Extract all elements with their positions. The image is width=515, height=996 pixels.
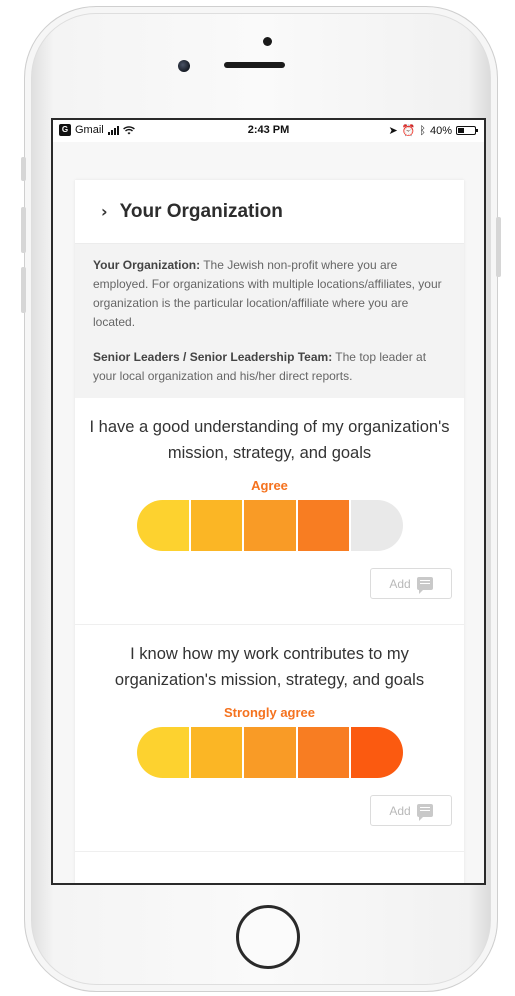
- add-label: Add: [389, 576, 411, 591]
- comment-icon: [416, 577, 433, 594]
- power-button: [496, 217, 501, 277]
- scale-option-5[interactable]: [351, 727, 403, 778]
- proximity-sensor: [178, 60, 190, 72]
- survey-content: › Your Organization Your Organization: T…: [53, 142, 484, 883]
- add-comment-button[interactable]: Add: [370, 568, 452, 599]
- status-bar: G Gmail 2:43 PM ➤ ⏰ ᛒ 40%: [53, 120, 484, 142]
- chevron-right-icon[interactable]: ›: [101, 202, 108, 221]
- earpiece-speaker: [224, 62, 285, 68]
- scale-option-3[interactable]: [244, 500, 296, 551]
- question-text: I know how my work contributes to my org…: [114, 645, 425, 689]
- scale-option-4[interactable]: [297, 500, 350, 551]
- definition-your-organization: Your Organization: The Jewish non-profit…: [93, 256, 446, 332]
- scale-option-2[interactable]: [190, 727, 243, 778]
- add-comment-button[interactable]: Add: [370, 795, 452, 826]
- answer-label: Strongly agree: [223, 705, 316, 720]
- home-button[interactable]: [236, 905, 300, 969]
- battery-percent: 40%: [429, 124, 452, 137]
- agreement-scale[interactable]: [137, 727, 403, 778]
- definition-term: Senior Leaders / Senior Leadership Team:: [93, 350, 333, 364]
- scale-option-2[interactable]: [190, 500, 243, 551]
- volume-down-button: [21, 267, 26, 313]
- answer-label: Agree: [251, 478, 288, 493]
- question-item: I have a good understanding of my organi…: [75, 398, 464, 625]
- alarm-icon: ⏰: [401, 125, 416, 137]
- scale-option-1[interactable]: [137, 727, 189, 778]
- comment-icon: [416, 804, 433, 821]
- question-item: I know how my work contributes to my org…: [75, 625, 464, 852]
- battery-icon: [456, 126, 478, 135]
- scale-option-5[interactable]: [351, 500, 403, 551]
- scale-option-3[interactable]: [244, 727, 296, 778]
- agreement-scale[interactable]: [137, 500, 403, 551]
- definition-term: Your Organization:: [93, 258, 201, 272]
- front-camera: [263, 37, 272, 46]
- scale-option-4[interactable]: [297, 727, 350, 778]
- section-card: › Your Organization Your Organization: T…: [75, 180, 464, 885]
- silent-switch: [21, 157, 26, 181]
- section-header[interactable]: › Your Organization: [75, 180, 464, 244]
- definition-senior-leaders: Senior Leaders / Senior Leadership Team:…: [93, 348, 446, 386]
- bluetooth-icon: ᛒ: [419, 124, 426, 137]
- add-label: Add: [389, 803, 411, 818]
- phone-screen: G Gmail 2:43 PM ➤ ⏰ ᛒ 40% › Your Organiz…: [51, 118, 486, 885]
- definitions-panel: Your Organization: The Jewish non-profit…: [75, 244, 464, 398]
- location-icon: ➤: [388, 125, 398, 137]
- scale-option-1[interactable]: [137, 500, 189, 551]
- scroll-indicator: [98, 883, 100, 885]
- question-text: I have a good understanding of my organi…: [89, 418, 450, 462]
- section-title: Your Organization: [119, 200, 283, 222]
- volume-up-button: [21, 207, 26, 253]
